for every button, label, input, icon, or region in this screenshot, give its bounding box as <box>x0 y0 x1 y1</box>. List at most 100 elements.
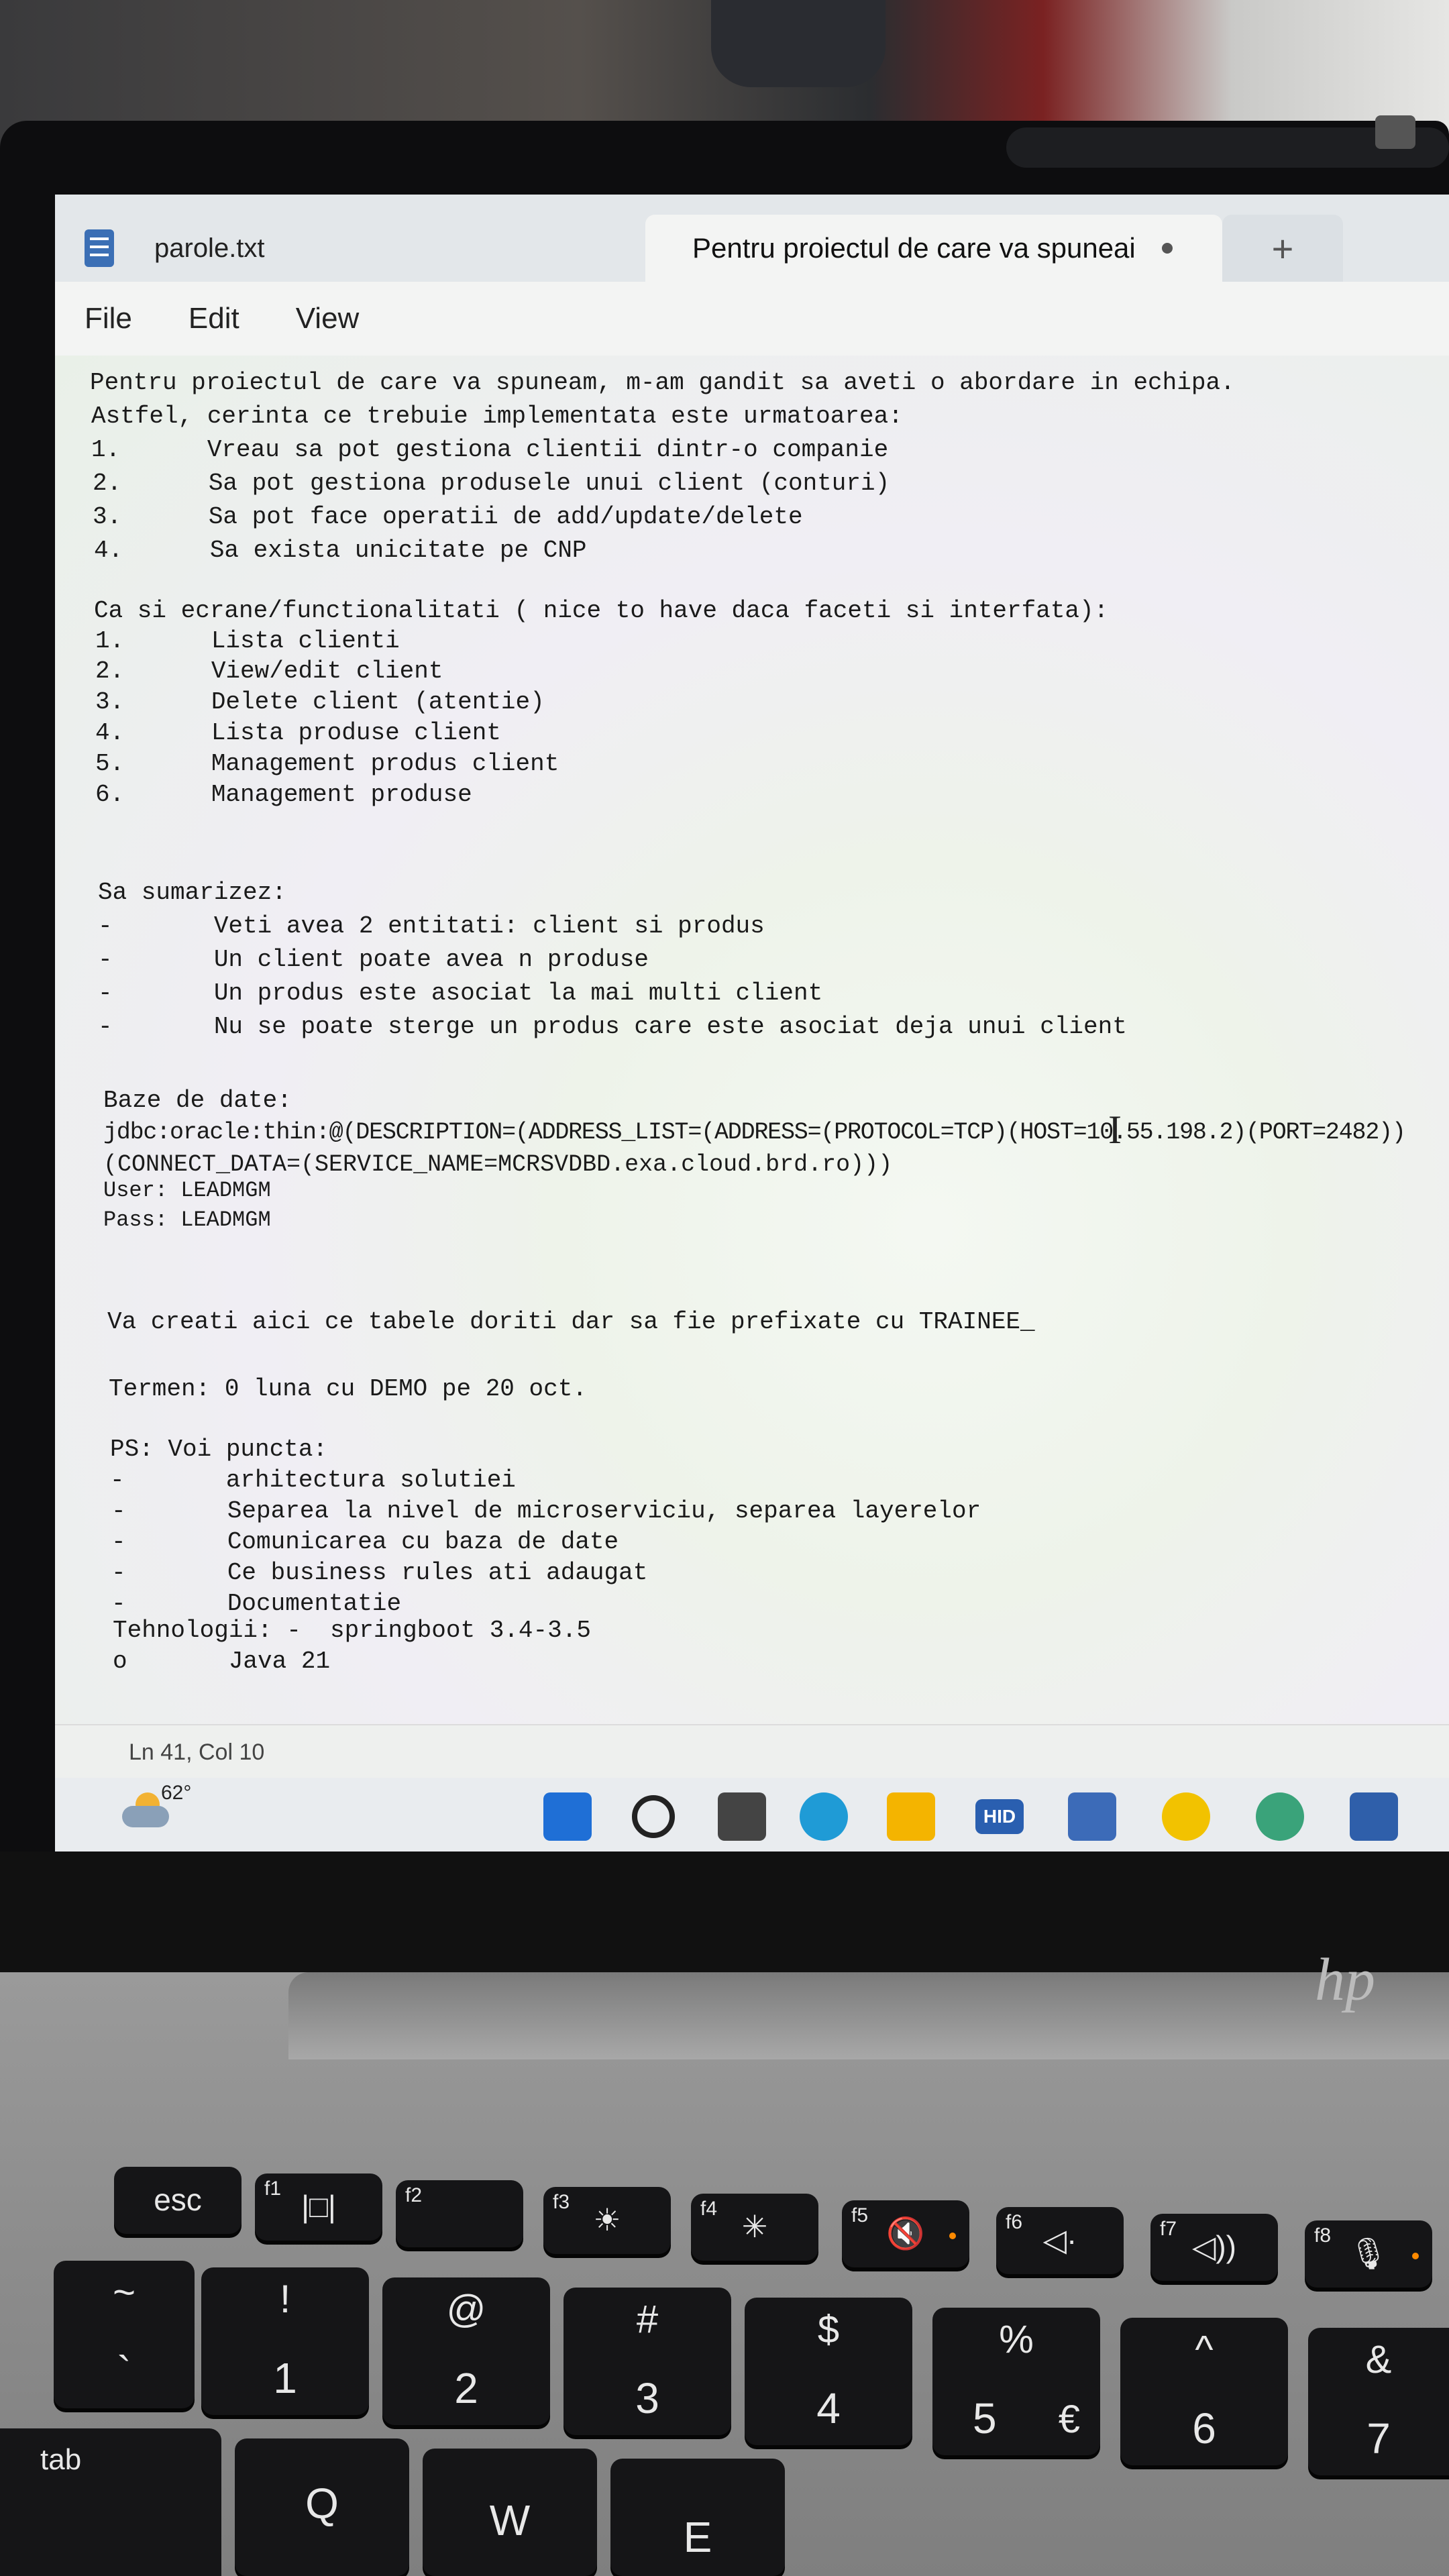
key-e[interactable]: E <box>610 2459 785 2576</box>
key-f5[interactable]: f5 🔇 <box>842 2200 969 2267</box>
weather-temperature: 62° <box>161 1782 192 1804</box>
hid-app-icon[interactable]: HID <box>975 1799 1024 1834</box>
webcam-shutter-icon <box>1375 115 1415 149</box>
text-line: Baze de date: <box>103 1087 292 1114</box>
task-view-icon[interactable] <box>718 1792 766 1841</box>
unsaved-dot-icon[interactable] <box>1162 243 1173 254</box>
key-f7[interactable]: f7 ◁)) <box>1150 2214 1278 2281</box>
tab-current-document[interactable]: Pentru proiectul de care va spuneai <box>645 215 1222 282</box>
windows-taskbar: 62° HID <box>55 1778 1449 1851</box>
key-shift-label: % <box>999 2318 1034 2361</box>
key-w[interactable]: W <box>423 2449 597 2576</box>
key-label: 1 <box>273 2354 297 2402</box>
hinge-bar <box>288 1972 1449 2059</box>
tab-parole[interactable]: parole.txt <box>55 215 645 282</box>
cloud-icon <box>122 1806 169 1827</box>
key-shift-label: # <box>636 2298 659 2341</box>
laptop-screen: parole.txt Pentru proiectul de care va s… <box>55 195 1449 1851</box>
text-line: 2. Sa pot gestiona produsele unui client… <box>93 470 890 497</box>
key-3[interactable]: #3 <box>564 2288 731 2435</box>
text-line: Pass: LEADMGM <box>103 1208 271 1232</box>
key-label: Q <box>305 2479 339 2528</box>
key-1[interactable]: ! 1 <box>201 2267 369 2415</box>
menu-view[interactable]: View <box>296 302 360 335</box>
tab-label: Pentru proiectul de care va spuneai <box>692 232 1135 264</box>
text-editor-area[interactable]: Pentru proiectul de care va spuneam, m-a… <box>55 356 1449 1724</box>
key-f6[interactable]: f6 ◁· <box>996 2207 1124 2274</box>
key-altgr-label: € <box>1058 2398 1080 2441</box>
text-line: - Separea la nivel de microserviciu, sep… <box>111 1497 981 1525</box>
text-line: o Java 21 <box>113 1648 331 1675</box>
key-shift-label: ^ <box>1195 2328 1214 2371</box>
key-label: E <box>683 2513 712 2561</box>
key-label: 5 <box>973 2394 997 2443</box>
key-label: |□| <box>301 2189 336 2224</box>
keyboard-deck: esc f1 |□| f2 f3 ☀ f4 ✳ f5 🔇 f6 ◁· f7 ◁)) f8 🎙 … <box>0 1972 1449 2576</box>
key-label: esc <box>154 2182 202 2217</box>
brightness-up-icon: ✳ <box>741 2209 768 2244</box>
notepad-icon <box>85 229 114 267</box>
volume-up-icon: ◁)) <box>1191 2229 1236 2264</box>
weather-widget[interactable]: 62° <box>122 1782 191 1842</box>
globe-app-icon[interactable] <box>1256 1792 1304 1841</box>
vpn-lock-icon[interactable] <box>1068 1792 1116 1841</box>
text-line: - Veti avea 2 entitati: client si produs <box>98 912 765 940</box>
text-line: - Un produs este asociat la mai multi cl… <box>98 979 823 1007</box>
key-7[interactable]: & 7 <box>1308 2328 1449 2475</box>
text-line: (CONNECT_DATA=(SERVICE_NAME=MCRSVDBD.exa… <box>103 1151 893 1178</box>
text-line: Sa sumarizez: <box>98 879 286 906</box>
text-line: - Ce business rules ati adaugat <box>111 1559 648 1587</box>
text-line: - Documentatie <box>111 1590 402 1617</box>
key-tab[interactable]: tab <box>0 2428 221 2576</box>
key-f8[interactable]: f8 🎙 <box>1305 2220 1432 2288</box>
key-esc[interactable]: esc <box>114 2167 241 2234</box>
key-shift-label: $ <box>817 2308 840 2351</box>
windows-start-icon[interactable] <box>543 1792 592 1841</box>
key-q[interactable]: Q <box>235 2438 409 2576</box>
search-icon[interactable] <box>632 1795 675 1838</box>
text-line: - Un client poate avea n produse <box>98 946 649 973</box>
text-line: Va creati aici ce tabele doriti dar sa f… <box>107 1308 1035 1336</box>
key-f1[interactable]: f1 |□| <box>255 2174 382 2241</box>
text-line: - arhitectura solutiei <box>110 1466 516 1494</box>
background-person <box>711 0 885 87</box>
text-line: - Comunicarea cu baza de date <box>111 1528 619 1556</box>
key-6[interactable]: ^ 6 <box>1120 2318 1288 2465</box>
text-line: 1. Lista clienti <box>95 627 400 655</box>
key-led-indicator <box>949 2233 956 2239</box>
lock-app-icon[interactable] <box>1350 1792 1398 1841</box>
key-4[interactable]: $4 <box>745 2298 912 2445</box>
edge-browser-icon[interactable] <box>800 1792 848 1841</box>
text-line: Tehnologii: - springboot 3.4-3.5 <box>113 1617 591 1644</box>
menu-edit[interactable]: Edit <box>189 302 239 335</box>
text-line: 3. Delete client (atentie) <box>95 688 545 716</box>
key-label: W <box>489 2496 531 2544</box>
text-line: 2. View/edit client <box>95 657 443 685</box>
key-f3[interactable]: f3 ☀ <box>543 2187 671 2254</box>
key-tilde[interactable]: ~ ` <box>54 2261 195 2408</box>
file-explorer-icon[interactable] <box>887 1792 935 1841</box>
text-line: 4. Sa exista unicitate pe CNP <box>94 537 587 564</box>
norton-check-icon[interactable] <box>1162 1792 1210 1841</box>
hp-logo: hp <box>1315 1947 1375 2013</box>
key-label: 6 <box>1192 2404 1216 2453</box>
key-fn-label: f2 <box>405 2184 423 2206</box>
key-f2[interactable]: f2 <box>396 2180 523 2247</box>
status-bar: Ln 41, Col 10 <box>55 1724 1449 1779</box>
text-line: - Nu se poate sterge un produs care este… <box>98 1013 1127 1040</box>
menu-file[interactable]: File <box>85 302 132 335</box>
tab-label: parole.txt <box>154 233 265 263</box>
key-f4[interactable]: f4 ✳ <box>691 2194 818 2261</box>
text-line: 4. Lista produse client <box>95 719 501 747</box>
key-label: 7 <box>1366 2414 1391 2463</box>
key-shift-label: ! <box>279 2277 291 2321</box>
brightness-down-icon: ☀ <box>593 2202 621 2237</box>
key-5[interactable]: % 5 € <box>932 2308 1100 2455</box>
key-2[interactable]: @2 <box>382 2277 550 2425</box>
new-tab-button[interactable]: + <box>1222 215 1343 282</box>
text-line: Astfel, cerinta ce trebuie implementata … <box>91 402 903 430</box>
text-line: Ca si ecrane/functionalitati ( nice to h… <box>94 597 1109 625</box>
key-shift-label: & <box>1365 2338 1392 2381</box>
key-led-indicator <box>1412 2253 1419 2259</box>
text-line: 1. Vreau sa pot gestiona clientii dintr-… <box>91 436 889 464</box>
